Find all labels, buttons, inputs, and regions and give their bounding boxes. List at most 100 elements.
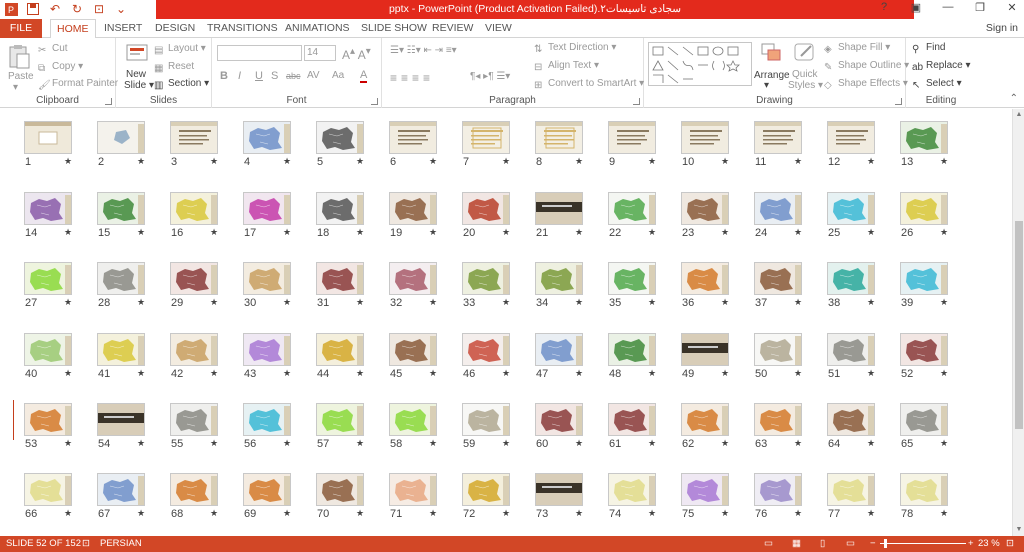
- arrange-button[interactable]: Arrange: [754, 70, 790, 81]
- paragraph-launcher-icon[interactable]: [633, 98, 640, 105]
- slide-thumbnail[interactable]: 51 ★: [827, 333, 893, 380]
- quick-styles-label2[interactable]: Styles ▾: [788, 80, 823, 91]
- redo-icon[interactable]: ↻: [70, 2, 84, 16]
- replace-button[interactable]: ab Replace ▾: [912, 60, 971, 73]
- slideshow-view-icon[interactable]: ▭: [846, 536, 855, 552]
- slide-thumbnail[interactable]: 1 ★: [24, 121, 90, 168]
- slide-thumbnail[interactable]: 70 ★: [316, 473, 382, 520]
- slide-thumbnail[interactable]: 66 ★: [24, 473, 90, 520]
- slide-thumbnail[interactable]: 63 ★: [754, 403, 820, 450]
- ribbon-display-options-icon[interactable]: ▣: [908, 1, 924, 14]
- strikethrough-button[interactable]: abc: [286, 71, 301, 81]
- tab-transitions[interactable]: TRANSITIONS: [201, 19, 284, 38]
- slide-thumbnail[interactable]: 60 ★: [535, 403, 601, 450]
- slide-thumbnail[interactable]: 20 ★: [462, 192, 528, 239]
- slide-thumbnail[interactable]: 32 ★: [389, 262, 455, 309]
- copy-button[interactable]: ⧉ Copy ▾: [38, 61, 83, 74]
- slide-thumbnail[interactable]: 50 ★: [754, 333, 820, 380]
- slide-thumbnail[interactable]: 8 ★: [535, 121, 601, 168]
- slide-thumbnail[interactable]: 46 ★: [462, 333, 528, 380]
- tab-insert[interactable]: INSERT: [98, 19, 148, 38]
- scroll-up-icon[interactable]: ▲: [1015, 111, 1023, 119]
- font-launcher-icon[interactable]: [371, 98, 378, 105]
- normal-view-icon[interactable]: ▭: [764, 536, 773, 552]
- undo-icon[interactable]: ↶: [48, 2, 62, 16]
- slide-thumbnail[interactable]: 76 ★: [754, 473, 820, 520]
- help-icon[interactable]: ?: [876, 1, 892, 14]
- slide-thumbnail[interactable]: 18 ★: [316, 192, 382, 239]
- sign-in-link[interactable]: Sign in: [986, 19, 1018, 38]
- text-direction-button[interactable]: ⇅ Text Direction ▾: [534, 42, 616, 55]
- font-size-input[interactable]: 14: [304, 45, 336, 61]
- slide-thumbnail[interactable]: 68 ★: [170, 473, 236, 520]
- save-icon[interactable]: [26, 2, 40, 16]
- drawing-launcher-icon[interactable]: [895, 98, 902, 105]
- slide-thumbnail[interactable]: 30 ★: [243, 262, 309, 309]
- slide-thumbnail[interactable]: 67 ★: [97, 473, 163, 520]
- quick-styles-label[interactable]: Quick: [792, 69, 818, 80]
- slide-thumbnail[interactable]: 62 ★: [681, 403, 747, 450]
- slide-thumbnail[interactable]: 73 ★: [535, 473, 601, 520]
- slide-thumbnail[interactable]: 19 ★: [389, 192, 455, 239]
- restore-icon[interactable]: ❐: [972, 1, 988, 14]
- bold-button[interactable]: B: [220, 70, 228, 82]
- collapse-ribbon-icon[interactable]: ⌃: [1010, 93, 1018, 104]
- italic-button[interactable]: I: [238, 70, 241, 82]
- slide-thumbnail[interactable]: 78 ★: [900, 473, 966, 520]
- vertical-scrollbar[interactable]: ▲ ▼: [1012, 109, 1024, 536]
- slide-thumbnail[interactable]: 42 ★: [170, 333, 236, 380]
- slide-thumbnail[interactable]: 61 ★: [608, 403, 674, 450]
- tab-slide-show[interactable]: SLIDE SHOW: [355, 19, 433, 38]
- slide-thumbnail[interactable]: 16 ★: [170, 192, 236, 239]
- slide-thumbnail[interactable]: 65 ★: [900, 403, 966, 450]
- arrange-icon[interactable]: [760, 42, 784, 66]
- align-text-button[interactable]: ⊟ Align Text ▾: [534, 60, 599, 73]
- slide-thumbnail[interactable]: 24 ★: [754, 192, 820, 239]
- slide-thumbnail[interactable]: 27 ★: [24, 262, 90, 309]
- slide-thumbnail[interactable]: 10 ★: [681, 121, 747, 168]
- shape-effects-button[interactable]: ◇ Shape Effects ▾: [824, 78, 908, 91]
- slide-thumbnail[interactable]: 13 ★: [900, 121, 966, 168]
- reset-button[interactable]: ▦ Reset: [154, 61, 194, 74]
- reading-view-icon[interactable]: ▯: [820, 536, 825, 552]
- slide-thumbnail[interactable]: 49 ★: [681, 333, 747, 380]
- powerpoint-logo-icon[interactable]: P: [4, 2, 18, 16]
- slide-thumbnail[interactable]: 69 ★: [243, 473, 309, 520]
- scroll-thumb[interactable]: [1015, 221, 1023, 429]
- slide-thumbnail[interactable]: 31 ★: [316, 262, 382, 309]
- slide-thumbnail[interactable]: 28 ★: [97, 262, 163, 309]
- clipboard-launcher-icon[interactable]: [105, 98, 112, 105]
- tab-animations[interactable]: ANIMATIONS: [279, 19, 356, 38]
- slide-thumbnail[interactable]: 9 ★: [608, 121, 674, 168]
- rtl-ltr-icon[interactable]: ¶◂ ▸¶ ☰▾: [470, 71, 510, 82]
- slide-thumbnail[interactable]: 37 ★: [754, 262, 820, 309]
- slide-thumbnail[interactable]: 45 ★: [389, 333, 455, 380]
- slide-thumbnail[interactable]: 33 ★: [462, 262, 528, 309]
- slide-thumbnail[interactable]: 2 ★: [97, 121, 163, 168]
- format-painter-button[interactable]: 🖌Format Painter: [38, 78, 118, 91]
- zoom-out-icon[interactable]: −: [870, 536, 876, 552]
- slide-thumbnail[interactable]: 57 ★: [316, 403, 382, 450]
- slide-thumbnail[interactable]: 23 ★: [681, 192, 747, 239]
- slide-thumbnail[interactable]: 12 ★: [827, 121, 893, 168]
- fit-slide-icon[interactable]: ⊡: [1006, 536, 1014, 552]
- paste-dropdown-icon[interactable]: ▾: [13, 82, 18, 93]
- slide-thumbnail[interactable]: 55 ★: [170, 403, 236, 450]
- proofing-icon[interactable]: ⊡: [82, 536, 90, 552]
- char-spacing-button[interactable]: AV: [307, 70, 320, 81]
- slide-thumbnail[interactable]: 38 ★: [827, 262, 893, 309]
- slide-thumbnail[interactable]: 54 ★: [97, 403, 163, 450]
- select-button[interactable]: ↖ Select ▾: [912, 78, 962, 91]
- tab-file[interactable]: FILE: [0, 19, 42, 38]
- slide-thumbnail[interactable]: 72 ★: [462, 473, 528, 520]
- slide-thumbnail[interactable]: 40 ★: [24, 333, 90, 380]
- slide-thumbnail[interactable]: 35 ★: [608, 262, 674, 309]
- bullets-icon[interactable]: ☰▾ ☷▾ ⇤ ⇥ ≡▾: [390, 45, 457, 56]
- slide-thumbnail[interactable]: 77 ★: [827, 473, 893, 520]
- slide-thumbnail[interactable]: 58 ★: [389, 403, 455, 450]
- slide-thumbnail[interactable]: 3 ★: [170, 121, 236, 168]
- shadow-button[interactable]: S: [271, 70, 278, 82]
- slide-thumbnail[interactable]: 71 ★: [389, 473, 455, 520]
- slide-thumbnail[interactable]: 36 ★: [681, 262, 747, 309]
- slide-thumbnail[interactable]: 11 ★: [754, 121, 820, 168]
